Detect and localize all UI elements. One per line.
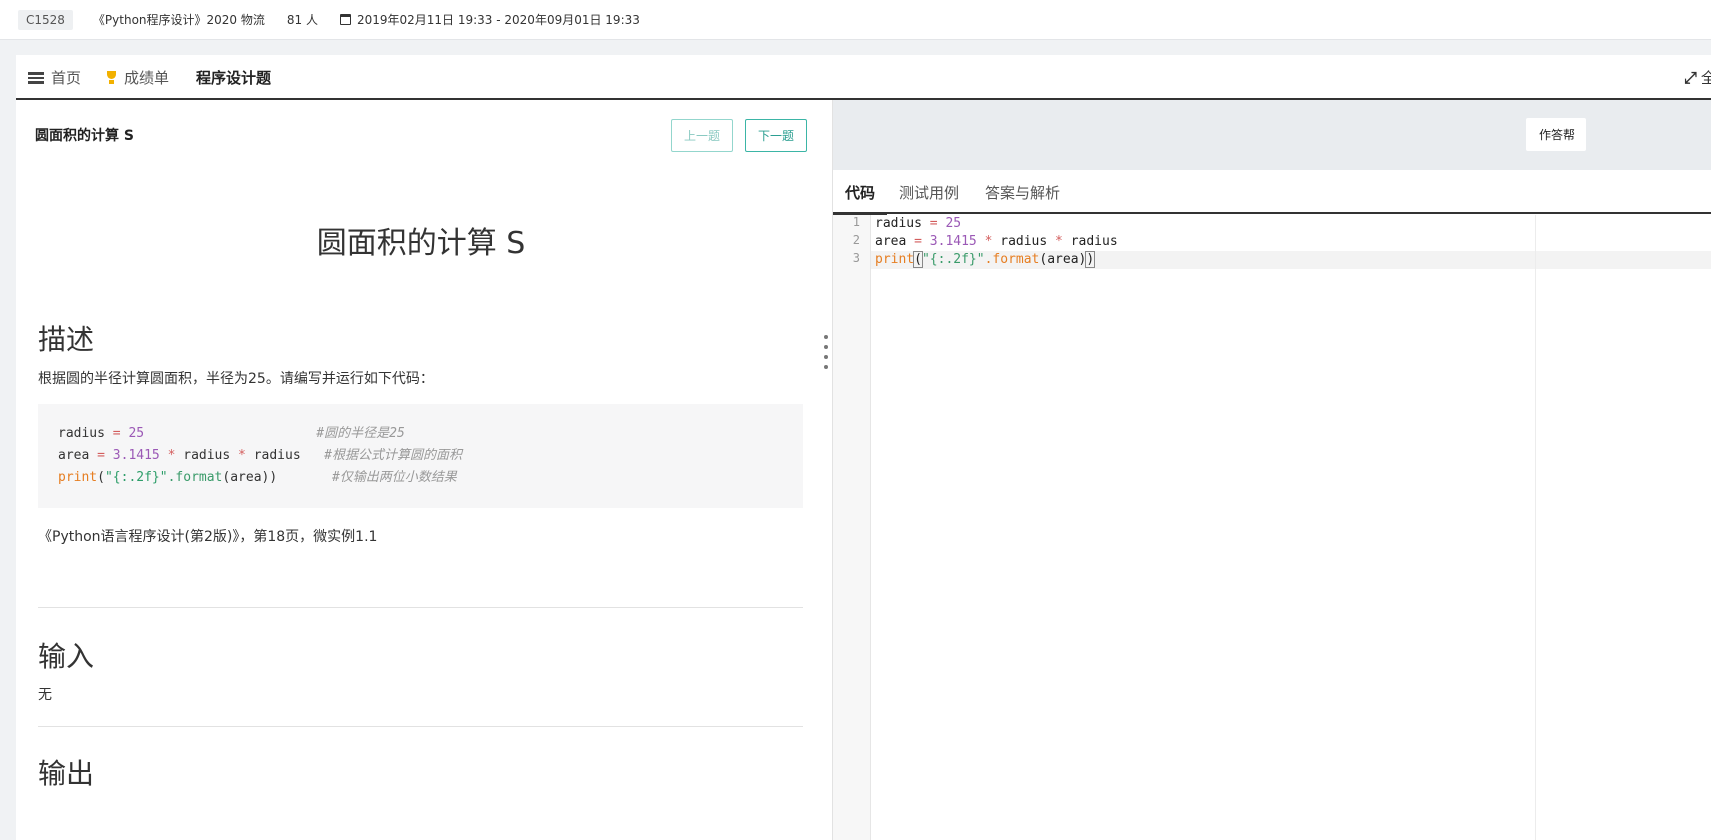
problem-title: 圆面积的计算 S (316, 226, 526, 261)
tab-scores[interactable]: 成绩单 (105, 55, 169, 100)
line-number: 3 (852, 251, 860, 265)
sample-code-block: radius = 25 #圆的半径是25 area = 3.1415 * rad… (38, 404, 803, 508)
line-number: 1 (852, 215, 860, 229)
next-problem-button[interactable]: 下一题 (745, 119, 807, 152)
reference-text: 《Python语言程序设计(第2版)》，第18页，微实例1.1 (38, 529, 378, 545)
answer-sheet-button[interactable]: 作答帮 (1526, 118, 1586, 151)
text-cursor (1094, 252, 1096, 267)
editor-line-2[interactable]: area = 3.1415 * radius * radius (875, 233, 1118, 251)
sample-code-line-1: radius = 25 #圆的半径是25 (58, 426, 405, 441)
sample-code-line-2: area = 3.1415 * radius * radius #根据公式计算圆… (58, 448, 462, 463)
section-divider (38, 726, 803, 727)
input-heading: 输入 (38, 640, 95, 673)
home-icon (28, 71, 44, 84)
section-divider (38, 607, 803, 608)
fullscreen-label: 全 (1700, 69, 1711, 87)
code-pane: 作答帮 代码 测试用例 答案与解析 1 2 3 radius = 25 area… (832, 100, 1711, 840)
student-count: 81 人 (286, 13, 318, 27)
course-info-bar: C1528 《Python程序设计》2020 物流 81 人 2019年02月1… (0, 0, 1711, 40)
code-editor[interactable]: 1 2 3 radius = 25 area = 3.1415 * radius… (833, 215, 1711, 840)
code-pane-header: 作答帮 (833, 100, 1711, 170)
output-heading: 输出 (38, 757, 95, 790)
tab-home[interactable]: 首页 (28, 55, 81, 100)
problem-title-header: 圆面积的计算 S (35, 128, 134, 144)
tab-code[interactable]: 代码 (832, 170, 888, 216)
description-heading: 描述 (38, 323, 95, 356)
expand-icon: ⤢ (1684, 67, 1697, 87)
tab-answer-analysis[interactable]: 答案与解析 (985, 170, 1060, 214)
tab-home-label: 首页 (51, 69, 82, 87)
tab-scores-label: 成绩单 (124, 69, 170, 87)
top-nav: 首页 成绩单 程序设计题 ⤢ 全 (16, 55, 1711, 102)
sample-code-line-3: print("{:.2f}".format(area)) #仅输出两位小数结果 (58, 470, 457, 485)
date-range-text: 2019年02月11日 19:33 - 2020年09月01日 19:33 (356, 13, 640, 27)
fullscreen-button[interactable]: ⤢ 全 (1684, 67, 1711, 88)
tab-programming[interactable]: 程序设计题 (184, 55, 284, 102)
calendar-icon (339, 14, 351, 25)
course-date-range: 2019年02月11日 19:33 - 2020年09月01日 19:33 (339, 11, 640, 28)
tab-programming-label: 程序设计题 (196, 69, 272, 87)
print-margin (1535, 215, 1536, 840)
editor-line-1[interactable]: radius = 25 (875, 215, 961, 233)
course-code-badge: C1528 (18, 9, 73, 30)
splitter-handle[interactable] (824, 335, 828, 369)
tab-test-cases[interactable]: 测试用例 (899, 170, 959, 214)
line-number-gutter: 1 2 3 (833, 215, 871, 840)
input-text: 无 (38, 687, 52, 703)
trophy-icon (105, 70, 118, 85)
editor-line-3[interactable]: print("{:.2f}".format(area)) (875, 251, 1096, 269)
prev-problem-button[interactable]: 上一题 (671, 119, 733, 152)
line-number: 2 (852, 233, 860, 247)
main-frame: 首页 成绩单 程序设计题 ⤢ 全 圆面积的计算 S 上一题 下一题 圆面积的计算… (16, 55, 1711, 840)
course-name: 《Python程序设计》2020 物流 (92, 13, 265, 27)
problem-pane: 圆面积的计算 S 上一题 下一题 圆面积的计算 S 描述 根据圆的半径计算圆面积… (16, 100, 832, 840)
description-text: 根据圆的半径计算圆面积，半径为25。请编写并运行如下代码： (38, 371, 434, 387)
code-tabs: 代码 测试用例 答案与解析 (832, 170, 1711, 216)
